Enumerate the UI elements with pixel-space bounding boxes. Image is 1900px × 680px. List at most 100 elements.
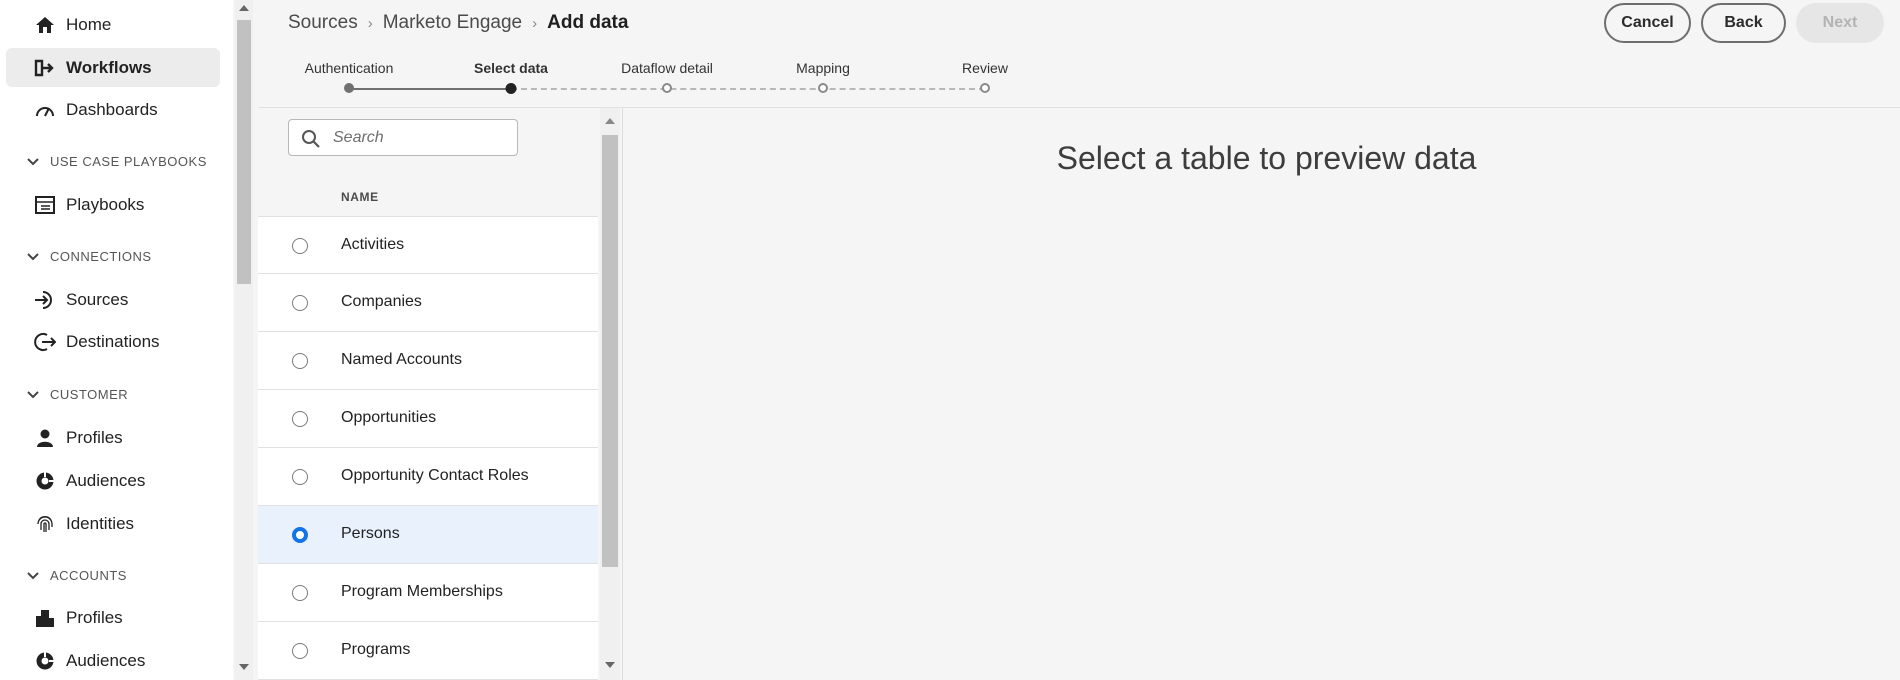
row-label: Named Accounts [341, 351, 462, 368]
row-radio[interactable] [292, 469, 308, 485]
playbook-icon [34, 194, 56, 216]
nav-label: Profiles [66, 428, 123, 447]
row-radio[interactable] [292, 643, 308, 659]
cancel-button[interactable]: Cancel [1604, 3, 1691, 43]
nav-section-connections[interactable]: CONNECTIONS [26, 249, 152, 264]
nav-label: Dashboards [66, 100, 158, 119]
stepper-line-complete [349, 88, 511, 90]
nav-item-playbooks[interactable]: Playbooks [6, 185, 220, 224]
breadcrumb-marketo-link[interactable]: Marketo Engage [383, 12, 522, 34]
row-radio[interactable] [292, 585, 308, 601]
nav-item-customer-profiles[interactable]: Profiles [6, 418, 220, 457]
row-radio[interactable] [292, 295, 308, 311]
step-marker-pending [818, 83, 828, 93]
destinations-icon [34, 331, 56, 353]
nav-label: Destinations [66, 332, 160, 351]
section-label: CUSTOMER [50, 387, 129, 402]
row-label: Persons [341, 525, 400, 542]
table-row-selected[interactable]: Persons [258, 506, 598, 564]
step-label-review: Review [962, 60, 1008, 76]
audiences-icon [34, 470, 56, 492]
nav-item-sources[interactable]: Sources [6, 280, 220, 319]
row-radio[interactable] [292, 411, 308, 427]
row-radio[interactable] [292, 353, 308, 369]
nav-label: Audiences [66, 651, 146, 670]
building-icon [34, 607, 56, 629]
table-row[interactable]: Companies [258, 274, 598, 332]
step-label-authentication: Authentication [304, 60, 394, 76]
left-navigation: Home Workflows Dashboards USE CASE PLAYB… [0, 0, 233, 680]
row-label: Activities [341, 236, 405, 253]
nav-label: Identities [66, 514, 135, 533]
scroll-up-arrow-icon[interactable] [239, 5, 249, 11]
breadcrumb: Sources › Marketo Engage › Add data [288, 12, 628, 34]
table-row[interactable]: Named Accounts [258, 332, 598, 390]
table-row[interactable]: Programs [258, 622, 598, 680]
chevron-down-icon [27, 157, 39, 165]
step-marker-current [505, 83, 517, 94]
nav-section-customer[interactable]: CUSTOMER [26, 387, 128, 402]
nav-section-accounts[interactable]: ACCOUNTS [26, 568, 127, 583]
nav-item-customer-audiences[interactable]: Audiences [6, 461, 220, 500]
next-button[interactable]: Next [1796, 3, 1884, 43]
sidebar-scrollbar-thumb[interactable] [237, 20, 251, 284]
table-row[interactable]: Program Memberships [258, 564, 598, 622]
nav-item-account-audiences[interactable]: Audiences [6, 641, 220, 680]
nav-section-use-case-playbooks[interactable]: USE CASE PLAYBOOKS [26, 154, 207, 169]
breadcrumb-current: Add data [547, 12, 629, 33]
dashboard-icon [34, 99, 56, 121]
audiences-icon [34, 650, 56, 672]
chevron-right-icon: › [367, 14, 373, 32]
row-label: Opportunities [341, 409, 437, 426]
row-radio[interactable] [292, 238, 308, 254]
user-icon [34, 427, 56, 449]
nav-label: Playbooks [66, 195, 145, 214]
row-label: Opportunity Contact Roles [341, 467, 529, 484]
home-icon [34, 14, 56, 36]
chevron-down-icon [27, 571, 39, 579]
list-scrollbar-thumb[interactable] [602, 135, 618, 567]
table-row[interactable]: Opportunity Contact Roles [258, 448, 598, 506]
section-label: USE CASE PLAYBOOKS [50, 154, 207, 169]
workflow-icon [34, 57, 56, 79]
nav-item-workflows[interactable]: Workflows [6, 48, 220, 87]
chevron-right-icon: › [532, 14, 538, 32]
panel-divider [622, 108, 623, 680]
table-list: Activities Companies Named Accounts Oppo… [258, 216, 598, 680]
nav-item-account-profiles[interactable]: Profiles [6, 598, 220, 637]
search-input[interactable] [333, 126, 508, 150]
row-label: Programs [341, 641, 411, 658]
nav-label: Sources [66, 290, 129, 309]
row-label: Program Memberships [341, 583, 503, 600]
nav-item-home[interactable]: Home [6, 5, 220, 44]
stepper-line-pending [511, 88, 985, 90]
step-label-mapping: Mapping [796, 60, 850, 76]
breadcrumb-sources-link[interactable]: Sources [288, 12, 358, 34]
table-list-panel: NAME Activities Companies Named Accounts… [258, 108, 598, 680]
section-label: ACCOUNTS [50, 568, 127, 583]
sources-icon [34, 289, 56, 311]
scroll-down-arrow-icon[interactable] [239, 664, 249, 670]
step-marker-complete [344, 83, 354, 93]
table-row[interactable]: Activities [258, 216, 598, 274]
back-button[interactable]: Back [1701, 3, 1786, 43]
preview-empty-message: Select a table to preview data [1056, 140, 1477, 176]
nav-item-identities[interactable]: Identities [6, 504, 220, 543]
nav-label: Workflows [66, 58, 152, 77]
step-label-select-data: Select data [474, 60, 548, 76]
row-label: Companies [341, 293, 422, 310]
step-marker-pending [662, 83, 672, 93]
nav-item-destinations[interactable]: Destinations [6, 322, 220, 361]
row-radio-selected[interactable] [292, 527, 308, 543]
column-header-name[interactable]: NAME [341, 190, 379, 204]
step-marker-pending [980, 83, 990, 93]
table-row[interactable]: Opportunities [258, 390, 598, 448]
nav-label: Home [66, 15, 112, 34]
search-icon [302, 130, 320, 148]
nav-item-dashboards[interactable]: Dashboards [6, 90, 220, 129]
step-label-dataflow-detail: Dataflow detail [621, 60, 713, 76]
search-box[interactable] [288, 119, 518, 156]
nav-label: Profiles [66, 608, 123, 627]
scroll-down-arrow-icon[interactable] [605, 662, 615, 668]
scroll-up-arrow-icon[interactable] [605, 118, 615, 124]
